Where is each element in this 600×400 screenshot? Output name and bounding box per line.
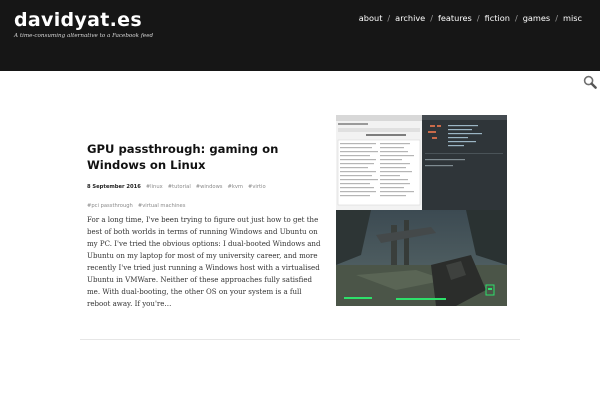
nav-separator: / — [555, 13, 558, 23]
tag-windows[interactable]: #windows — [196, 184, 223, 191]
tag-virtio[interactable]: #virtio — [248, 184, 266, 191]
post-date: 8 September 2016 — [87, 184, 141, 190]
nav-item-about[interactable]: about — [359, 13, 383, 23]
site-tagline: A time-consuming alternative to a Facebo… — [14, 33, 154, 39]
site-title[interactable]: davidyat.es — [14, 9, 142, 31]
tag-virtual-machines[interactable]: #virtual machines — [138, 203, 186, 210]
nav-separator: / — [387, 13, 391, 23]
search-icon[interactable] — [583, 75, 597, 89]
tag-kvm[interactable]: #kvm — [228, 184, 243, 191]
nav-item-archive[interactable]: archive — [395, 13, 425, 23]
nav-item-misc[interactable]: misc — [563, 13, 582, 23]
tag-tutorial[interactable]: #tutorial — [168, 184, 191, 191]
post-excerpt: For a long time, I've been trying to fig… — [87, 215, 321, 309]
nav-separator: / — [514, 13, 518, 23]
nav-item-fiction[interactable]: fiction — [485, 13, 510, 23]
nav-item-features[interactable]: features — [438, 13, 472, 23]
nav-separator: / — [476, 13, 480, 23]
tag-pci-passthrough[interactable]: #pci passthrough — [87, 203, 133, 210]
post-title[interactable]: GPU passthrough: gaming on Windows on Li… — [87, 141, 323, 173]
post-thumbnail[interactable] — [336, 115, 507, 306]
main-nav: about / archive / features / fiction / g… — [359, 13, 582, 23]
nav-item-games[interactable]: games — [523, 13, 551, 23]
divider — [80, 339, 520, 340]
site-header: davidyat.es A time-consuming alternative… — [0, 0, 600, 71]
nav-separator: / — [430, 13, 433, 23]
post-meta: 8 September 2016 #linux #tutorial #windo… — [87, 184, 323, 210]
tag-linux[interactable]: #linux — [146, 184, 163, 191]
